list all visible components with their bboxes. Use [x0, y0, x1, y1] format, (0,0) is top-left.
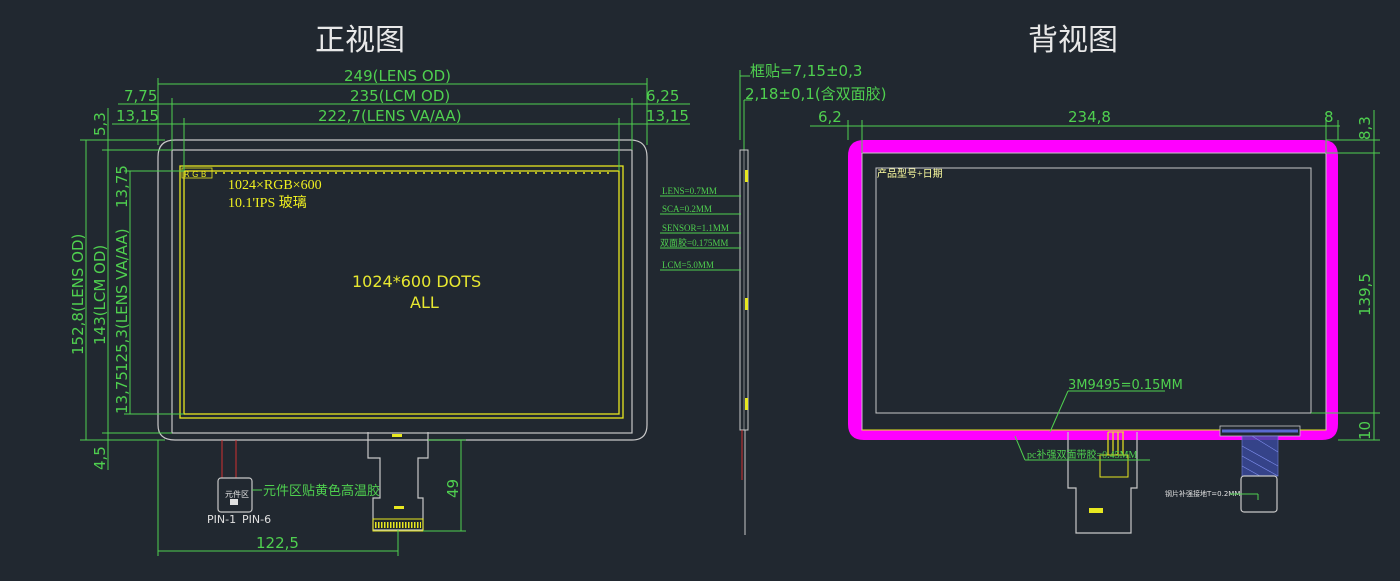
layer-lcm: LCM=5.0MM	[662, 260, 714, 270]
dim-lens-od: 249(LENS OD)	[344, 67, 451, 85]
fpc-tail	[367, 432, 429, 531]
dim-775: 7,75	[124, 87, 157, 105]
front-view-title: 正视图	[315, 23, 405, 58]
fpc-label-mark-2	[394, 506, 404, 509]
dim-lens-va: 222,7(LENS VA/AA)	[318, 107, 462, 125]
drawing-canvas: 正视图 背视图 R G B 1024×RGB×600 10.1'IPS 玻璃 1…	[69, 23, 1380, 556]
side-mark-2	[745, 298, 748, 310]
layer-sca: SCA=0.2MM	[662, 204, 712, 214]
dim-v-1375-top: 13,75	[113, 165, 131, 208]
dim-v-lens-od: 152,8(LENS OD)	[69, 234, 87, 355]
layer-lens: LENS=0.7MM	[662, 186, 717, 196]
product-date-label: 产品型号+日期	[877, 167, 943, 180]
side-mark-1	[745, 170, 748, 182]
dim-back-2348: 234,8	[1068, 108, 1111, 126]
rgb-label: R G B	[184, 170, 206, 179]
back-fpc	[1067, 432, 1138, 534]
dim-left-1315: 13,15	[116, 107, 159, 125]
glue-note: 元件区贴黄色高温胶	[263, 483, 380, 499]
layer-tape: 双面胶=0.175MM	[660, 237, 728, 248]
tape-3m-label: 3M9495=0.15MM	[1068, 378, 1183, 393]
pin1-label: PIN-1	[207, 513, 236, 526]
resolution-label: 1024×RGB×600	[228, 178, 322, 193]
fpc-label-mark	[392, 434, 402, 437]
back-view-title: 背视图	[1028, 23, 1118, 58]
dim-1225: 122,5	[256, 534, 299, 552]
tape-note: 2,18±0,1(含双面胶)	[745, 85, 887, 103]
dim-fpc-49: 49	[444, 479, 462, 498]
dim-back-8: 8	[1324, 108, 1334, 126]
dim-back-10: 10	[1356, 421, 1374, 440]
side-mark-3	[745, 398, 748, 410]
all-label: ALL	[410, 293, 439, 312]
dim-right-1315: 13,15	[646, 107, 689, 125]
pc-tape-label: pc补强双面带胶=0.45MM	[1027, 448, 1137, 461]
dim-v-lens-va: 125,3(LENS VA/AA)	[113, 228, 131, 372]
dim-back-83: 8,3	[1356, 116, 1374, 140]
dim-back-1395: 139,5	[1356, 273, 1374, 316]
dim-lcm-od: 235(LCM OD)	[350, 87, 450, 105]
component-chip	[230, 499, 238, 505]
side-layer-labels: LENS=0.7MM SCA=0.2MM SENSOR=1.1MM 双面胶=0.…	[660, 186, 741, 271]
steel-note: 钢片补强接地T=0.2MM	[1165, 489, 1240, 498]
layer-sensor: SENSOR=1.1MM	[662, 223, 729, 233]
front-view: R G B 1024×RGB×600 10.1'IPS 玻璃 1024*600 …	[69, 67, 690, 556]
dim-v-45: 4,5	[91, 446, 109, 470]
pin6-label: PIN-6	[242, 513, 271, 526]
frame-note: 框贴=7,15±0,3	[750, 62, 862, 80]
component-area-label: 元件区	[225, 489, 249, 499]
back-view: 产品型号+日期 钢片补强接地T=0.2MM 3M9495=0.15MM pc补强…	[810, 108, 1380, 534]
back-fpc-mark	[1089, 508, 1103, 513]
dots-label: 1024*600 DOTS	[352, 272, 481, 291]
dim-v-1375-bottom: 13,75	[113, 371, 131, 414]
dim-625: 6,25	[646, 87, 679, 105]
dim-back-62: 6,2	[818, 108, 842, 126]
dim-v-lcm-od: 143(LCM OD)	[91, 245, 109, 345]
dim-top-53: 5,3	[91, 112, 109, 136]
model-label: 10.1'IPS 玻璃	[228, 194, 307, 211]
